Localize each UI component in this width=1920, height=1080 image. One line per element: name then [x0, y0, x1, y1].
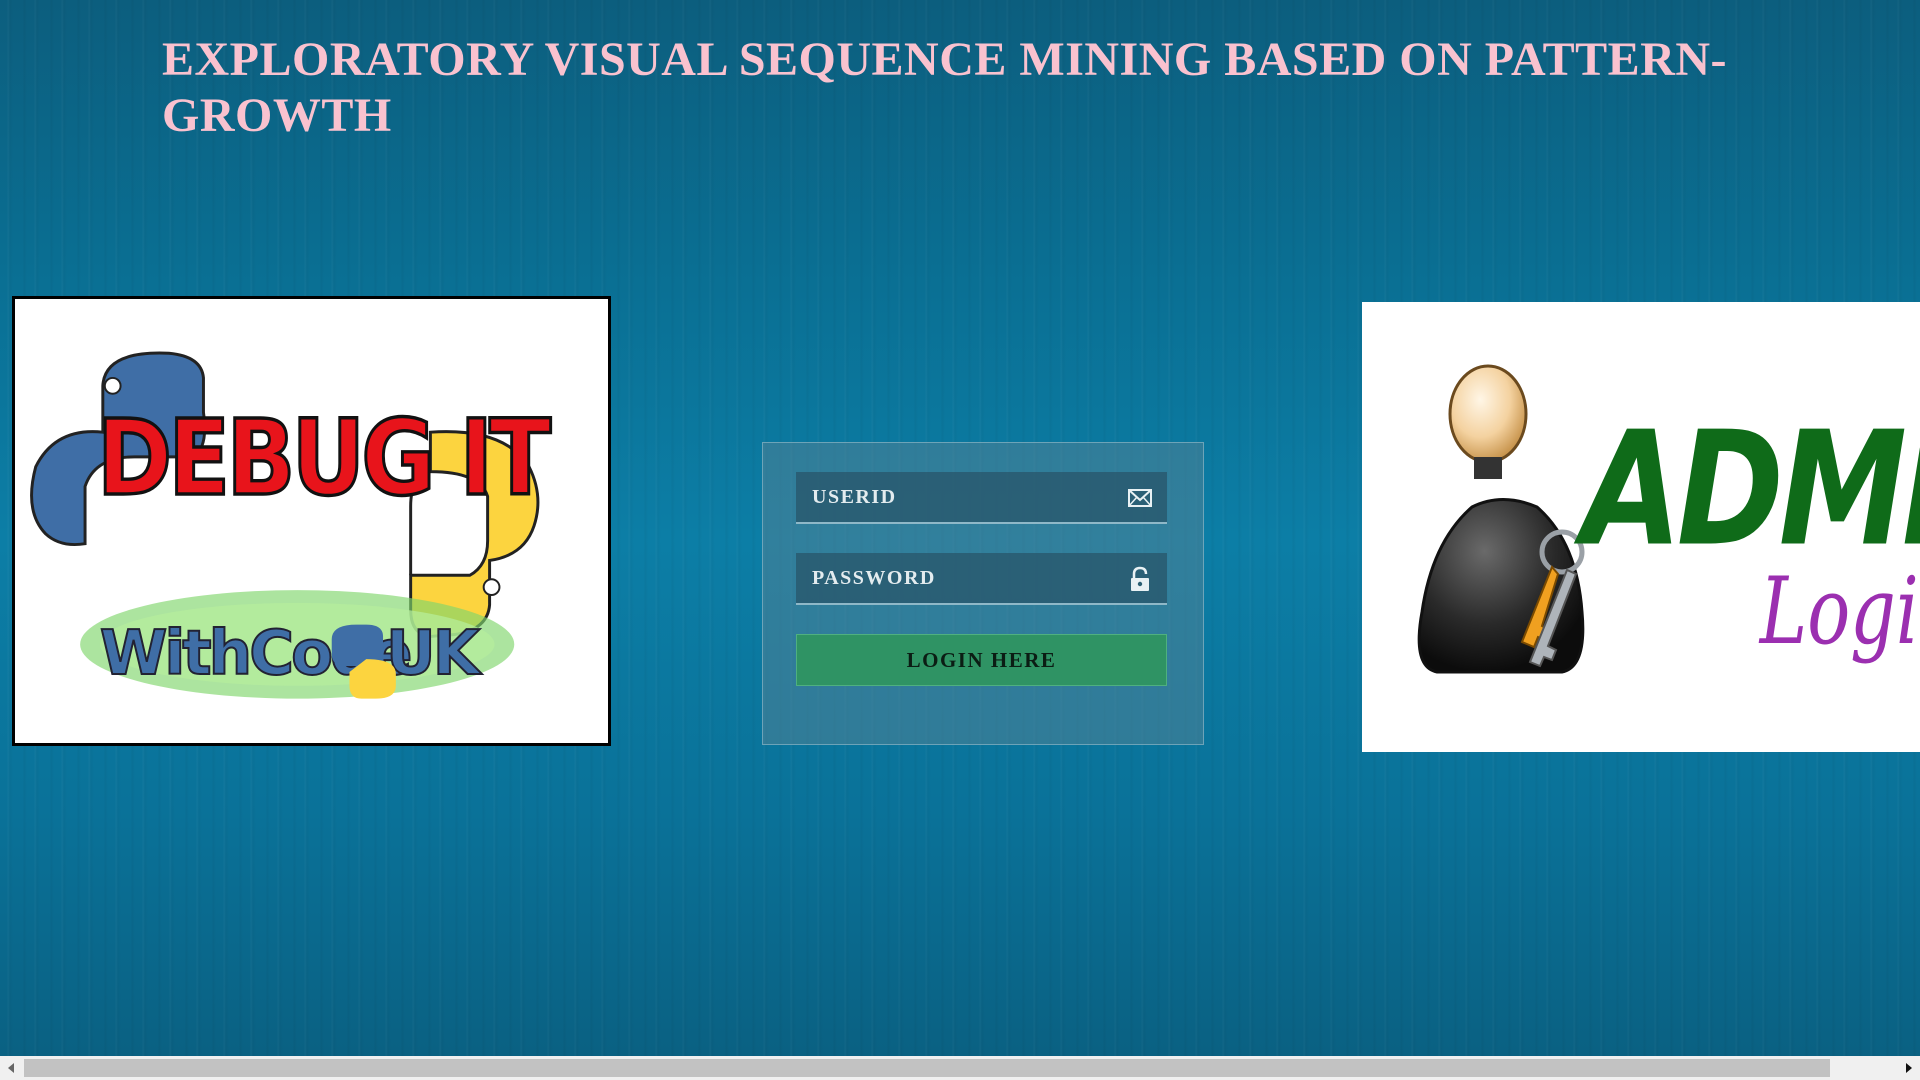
- login-form: LOGIN HERE: [762, 442, 1204, 745]
- horizontal-scrollbar[interactable]: [0, 1056, 1920, 1080]
- scrollbar-thumb[interactable]: [24, 1059, 1830, 1077]
- password-field-wrapper: [796, 553, 1167, 605]
- page-title: EXPLORATORY VISUAL SEQUENCE MINING BASED…: [162, 33, 1727, 142]
- uk-text: UK: [386, 618, 483, 689]
- lock-icon: [1131, 566, 1149, 591]
- login-button[interactable]: LOGIN HERE: [796, 634, 1167, 686]
- scroll-right-arrow-icon[interactable]: [1898, 1056, 1920, 1080]
- admin-text: ADMIN: [1573, 397, 1920, 581]
- python-logo-icon: DEBUG IT WithCode UK: [30, 351, 557, 699]
- scroll-left-arrow-icon[interactable]: [0, 1056, 22, 1080]
- debug-it-logo: DEBUG IT WithCode UK: [12, 296, 611, 746]
- admin-login-logo: ADMIN Login: [1362, 302, 1920, 752]
- userid-input[interactable]: [796, 472, 1167, 522]
- login-text: Login: [1758, 558, 1920, 665]
- userid-field-wrapper: [796, 472, 1167, 524]
- password-input[interactable]: [796, 553, 1167, 603]
- admin-user-with-keys-icon: ADMIN Login: [1417, 364, 1920, 674]
- envelope-icon: [1128, 489, 1152, 507]
- debug-it-text: DEBUG IT: [97, 398, 552, 520]
